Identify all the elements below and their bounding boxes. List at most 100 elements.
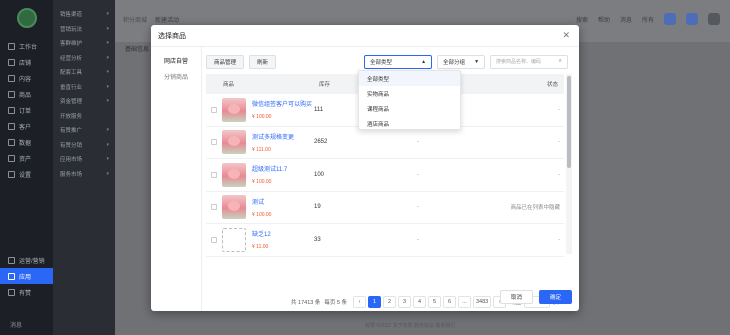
table-row[interactable]: 超级测试11.7 ¥ 100.00 100 - - xyxy=(206,159,564,192)
primary-sidebar: 工作台 店铺 内容 商品 订单 客户 数据 资产 设置 运营/营销 应用 有赞 … xyxy=(0,0,53,335)
product-name[interactable]: 超级测试11.7 xyxy=(252,164,287,173)
row-checkbox[interactable] xyxy=(211,139,217,146)
tab-distribution[interactable]: 分销商品 xyxy=(151,68,201,84)
pager-prev-button[interactable]: ‹ xyxy=(352,296,366,308)
product-price: ¥ 100.00 xyxy=(252,179,272,185)
secondary-sidebar: 销售渠道 ▾ 营销玩法 ▾ 客群维护 ▾ 经营分析 ▾ 配套工具 ▾ 垂直行业 ▾ 资金管理… xyxy=(53,0,115,335)
product-thumbnail xyxy=(222,130,246,155)
table-row[interactable]: 测试多规格变更 ¥ 111.00 2652 - - xyxy=(206,127,564,159)
shop-logo[interactable] xyxy=(16,8,37,28)
product-thumbnail xyxy=(222,227,246,252)
product-stock: 33 xyxy=(314,236,321,243)
row-checkbox[interactable] xyxy=(211,106,217,113)
cancel-button[interactable]: 取消 xyxy=(499,290,533,304)
subnav-item[interactable]: 有赞推广 ▾ xyxy=(53,123,115,138)
nav-messages[interactable]: 消息 xyxy=(10,320,22,329)
pager-page[interactable]: 3483 xyxy=(472,296,492,308)
row-checkbox[interactable] xyxy=(211,236,217,243)
product-name[interactable]: 测试 xyxy=(252,197,264,206)
avatar[interactable] xyxy=(708,13,720,25)
goods-icon xyxy=(8,90,15,98)
table-row[interactable]: 缺乏12 ¥ 11.00 33 - - xyxy=(206,224,564,257)
subnav-item[interactable]: 销售渠道 ▾ xyxy=(53,7,115,22)
workbench-icon xyxy=(8,42,15,50)
subnav-item[interactable]: 资金管理 ▾ xyxy=(53,94,115,109)
scrollbar-thumb[interactable] xyxy=(567,76,571,168)
type-dropdown-menu: 全部类型 实物商品 课程商品 酒店商品 xyxy=(358,70,461,130)
chevron-down-icon: ▾ xyxy=(106,156,109,163)
app-icon[interactable] xyxy=(686,13,698,25)
subnav-item[interactable]: 配套工具 ▾ xyxy=(53,65,115,80)
select-product-dialog: 选择商品 ✕ 网店自营 分销商品 商品管理 刷新 全部类型 ▲ 全部分组 ▼ 搜索商… xyxy=(151,25,579,311)
pager-page[interactable]: 5 xyxy=(427,296,441,308)
dropdown-option[interactable]: 实物商品 xyxy=(359,86,460,101)
group-select[interactable]: 全部分组 ▼ xyxy=(437,54,486,69)
help-link[interactable]: 帮助 xyxy=(598,15,610,24)
nav-item-settings[interactable]: 设置 xyxy=(0,166,53,182)
product-name[interactable]: 缺乏12 xyxy=(252,229,271,238)
product-name[interactable]: 测试多规格变更 xyxy=(252,132,294,141)
orders-icon xyxy=(8,106,15,114)
type-select[interactable]: 全部类型 ▲ xyxy=(364,54,433,69)
dropdown-option[interactable]: 课程商品 xyxy=(359,101,460,116)
dropdown-option[interactable]: 全部类型 xyxy=(359,71,460,86)
pager-page[interactable]: 3 xyxy=(397,296,411,308)
dialog-footer: 取消 确定 xyxy=(499,290,572,304)
nav-item-assets[interactable]: 资产 xyxy=(0,150,53,166)
ok-button[interactable]: 确定 xyxy=(538,290,572,304)
pager-ellipsis[interactable]: ... xyxy=(457,296,471,308)
app-root: 工作台 店铺 内容 商品 订单 客户 数据 资产 设置 运营/营销 应用 有赞 … xyxy=(0,0,730,335)
subnav-item[interactable]: 客群维护 ▾ xyxy=(53,36,115,51)
product-meta: - xyxy=(417,236,419,243)
nav-item-customers[interactable]: 客户 xyxy=(0,118,53,134)
dialog-toolbar: 商品管理 刷新 全部类型 ▲ 全部分组 ▼ 搜索商品名称、编码 ⌕ xyxy=(206,54,573,69)
product-name[interactable]: 微信组签客户可以购买 xyxy=(252,99,312,108)
nav-item-youzan[interactable]: 有赞 xyxy=(0,284,53,300)
refresh-button[interactable]: 刷新 xyxy=(249,54,277,69)
subnav-item[interactable]: 开放服务 xyxy=(53,109,115,124)
nav-item-operations[interactable]: 运营/营销 xyxy=(0,252,53,268)
product-meta: - xyxy=(417,171,419,178)
pager-page[interactable]: 4 xyxy=(412,296,426,308)
nav-item-goods[interactable]: 商品 xyxy=(0,86,53,102)
dropdown-option[interactable]: 酒店商品 xyxy=(359,116,460,131)
row-checkbox[interactable] xyxy=(211,204,217,211)
subnav-item[interactable]: 垂直行业 ▾ xyxy=(53,80,115,95)
nav-item-data[interactable]: 数据 xyxy=(0,134,53,150)
pager-page[interactable]: 2 xyxy=(382,296,396,308)
table-scrollbar[interactable] xyxy=(566,74,572,254)
pager-per-page[interactable]: 每页 5 条 xyxy=(324,298,347,306)
tab-own-store[interactable]: 网店自营 xyxy=(151,52,201,68)
nav-item-workbench[interactable]: 工作台 xyxy=(0,38,53,54)
product-thumbnail xyxy=(222,195,246,220)
nav-item-store[interactable]: 店铺 xyxy=(0,54,53,70)
manage-goods-button[interactable]: 商品管理 xyxy=(206,54,245,69)
subnav-item[interactable]: 营销玩法 ▾ xyxy=(53,22,115,37)
product-price: ¥ 11.00 xyxy=(252,244,269,250)
table-row[interactable]: 测试 ¥ 100.00 19 - 商品已在列表中隐藏 xyxy=(206,192,564,224)
pager-page[interactable]: 1 xyxy=(367,296,381,308)
breadcrumb: 积分商城 新建活动 xyxy=(123,18,180,24)
subnav-item[interactable]: 经营分析 ▾ xyxy=(53,51,115,66)
chevron-down-icon: ▾ xyxy=(106,141,109,148)
subnav-item[interactable]: 有赞分销 ▾ xyxy=(53,138,115,153)
col-product: 商品 xyxy=(223,82,235,88)
pager-page[interactable]: 6 xyxy=(442,296,456,308)
nav-item-content[interactable]: 内容 xyxy=(0,70,53,86)
messages-link[interactable]: 消息 xyxy=(620,15,632,24)
store-switch[interactable]: 所有 xyxy=(642,15,654,24)
row-checkbox[interactable] xyxy=(211,171,217,178)
search-icon[interactable]: ⌕ xyxy=(559,58,562,65)
close-icon[interactable]: ✕ xyxy=(562,31,570,40)
subnav-item[interactable]: 应用市场 ▾ xyxy=(53,152,115,167)
chevron-down-icon: ▾ xyxy=(106,54,109,61)
product-stock: 2652 xyxy=(314,139,328,146)
nav-item-orders[interactable]: 订单 xyxy=(0,102,53,118)
nav-item-apps[interactable]: 应用 xyxy=(0,268,53,284)
product-price: ¥ 100.00 xyxy=(252,114,272,120)
app-icon[interactable] xyxy=(664,13,676,25)
subnav-item[interactable]: 服务市场 ▾ xyxy=(53,167,115,182)
dialog-tabs: 网店自营 分销商品 xyxy=(151,47,202,311)
search-link[interactable]: 搜索 xyxy=(576,15,588,24)
search-input[interactable]: 搜索商品名称、编码 ⌕ xyxy=(490,54,569,69)
